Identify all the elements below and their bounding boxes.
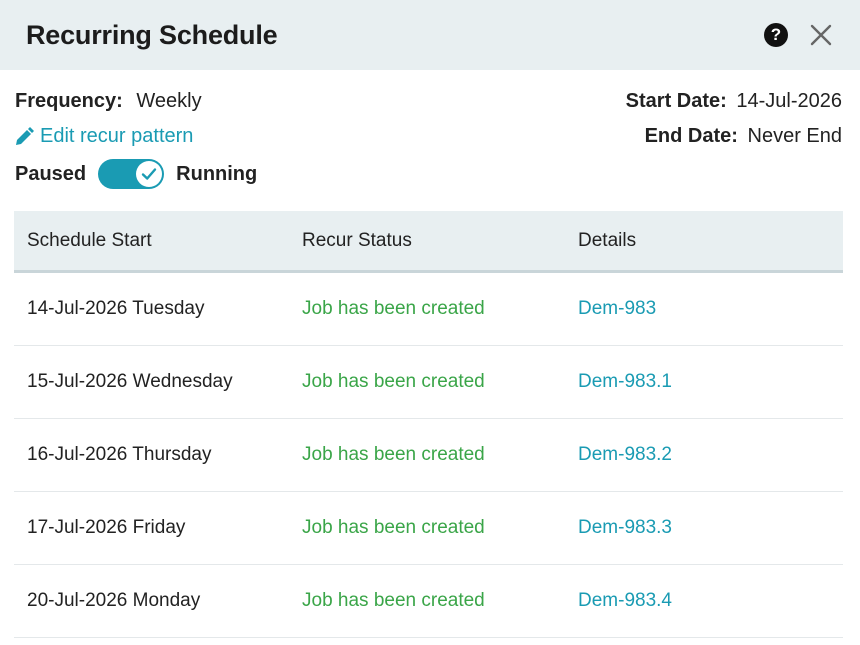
- details-link[interactable]: Dem-983.2: [578, 444, 672, 465]
- dialog-header: Recurring Schedule ?: [0, 0, 860, 70]
- frequency-value: Weekly: [136, 90, 202, 112]
- schedule-start-cell: 16-Jul-2026 Thursday: [27, 444, 212, 465]
- schedule-info: Frequency: Weekly Edit recur pattern Pau…: [0, 70, 860, 211]
- recurring-schedule-dialog: Recurring Schedule ? Frequency: Weekly E…: [0, 0, 860, 645]
- details-link[interactable]: Dem-983.1: [578, 371, 672, 392]
- help-icon[interactable]: ?: [764, 23, 788, 47]
- table-row: 14-Jul-2026 Tuesday Job has been created…: [14, 273, 843, 346]
- recur-status-cell: Job has been created: [302, 517, 485, 538]
- close-icon[interactable]: [808, 22, 834, 48]
- end-date: End Date: Never End: [626, 125, 842, 160]
- table-row: 16-Jul-2026 Thursday Job has been create…: [14, 419, 843, 492]
- details-link[interactable]: Dem-983.4: [578, 590, 672, 611]
- toggle-label-paused: Paused: [15, 162, 87, 185]
- column-header-schedule-start: Schedule Start: [27, 229, 152, 251]
- toggle-label-running: Running: [176, 162, 258, 185]
- end-date-label: End Date:: [644, 125, 738, 147]
- schedule-start-cell: 14-Jul-2026 Tuesday: [27, 298, 205, 319]
- schedule-table: Schedule Start Recur Status Details 14-J…: [14, 211, 843, 638]
- recur-status-cell: Job has been created: [302, 298, 485, 319]
- table-row: 17-Jul-2026 Friday Job has been created …: [14, 492, 843, 565]
- start-date: Start Date: 14-Jul-2026: [626, 90, 842, 125]
- column-header-recur-status: Recur Status: [302, 229, 412, 251]
- table-row: 20-Jul-2026 Monday Job has been created …: [14, 565, 843, 638]
- recur-status-cell: Job has been created: [302, 371, 485, 392]
- schedule-start-cell: 20-Jul-2026 Monday: [27, 590, 201, 611]
- start-date-value: 14-Jul-2026: [736, 90, 842, 112]
- schedule-dates: Start Date: 14-Jul-2026 End Date: Never …: [626, 90, 842, 160]
- run-toggle-row: Paused Running: [15, 159, 257, 189]
- header-actions: ?: [764, 22, 834, 48]
- edit-recur-pattern-link[interactable]: Edit recur pattern: [14, 125, 193, 148]
- recur-status-cell: Job has been created: [302, 590, 485, 611]
- schedule-start-cell: 15-Jul-2026 Wednesday: [27, 371, 233, 392]
- frequency-label: Frequency:: [15, 90, 123, 112]
- schedule-start-cell: 17-Jul-2026 Friday: [27, 517, 186, 538]
- dialog-title: Recurring Schedule: [26, 19, 278, 50]
- toggle-knob: [136, 161, 163, 187]
- pencil-icon: [16, 126, 34, 145]
- check-icon: [141, 168, 157, 180]
- table-header: Schedule Start Recur Status Details: [14, 211, 843, 273]
- edit-link-label: Edit recur pattern: [40, 125, 194, 147]
- end-date-value: Never End: [747, 125, 843, 147]
- start-date-label: Start Date:: [625, 90, 727, 112]
- table-row: 15-Jul-2026 Wednesday Job has been creat…: [14, 346, 843, 419]
- details-link[interactable]: Dem-983: [578, 298, 656, 319]
- details-link[interactable]: Dem-983.3: [578, 517, 672, 538]
- column-header-details: Details: [578, 229, 637, 251]
- frequency: Frequency: Weekly: [15, 90, 202, 113]
- recur-status-cell: Job has been created: [302, 444, 485, 465]
- run-toggle[interactable]: [98, 159, 165, 189]
